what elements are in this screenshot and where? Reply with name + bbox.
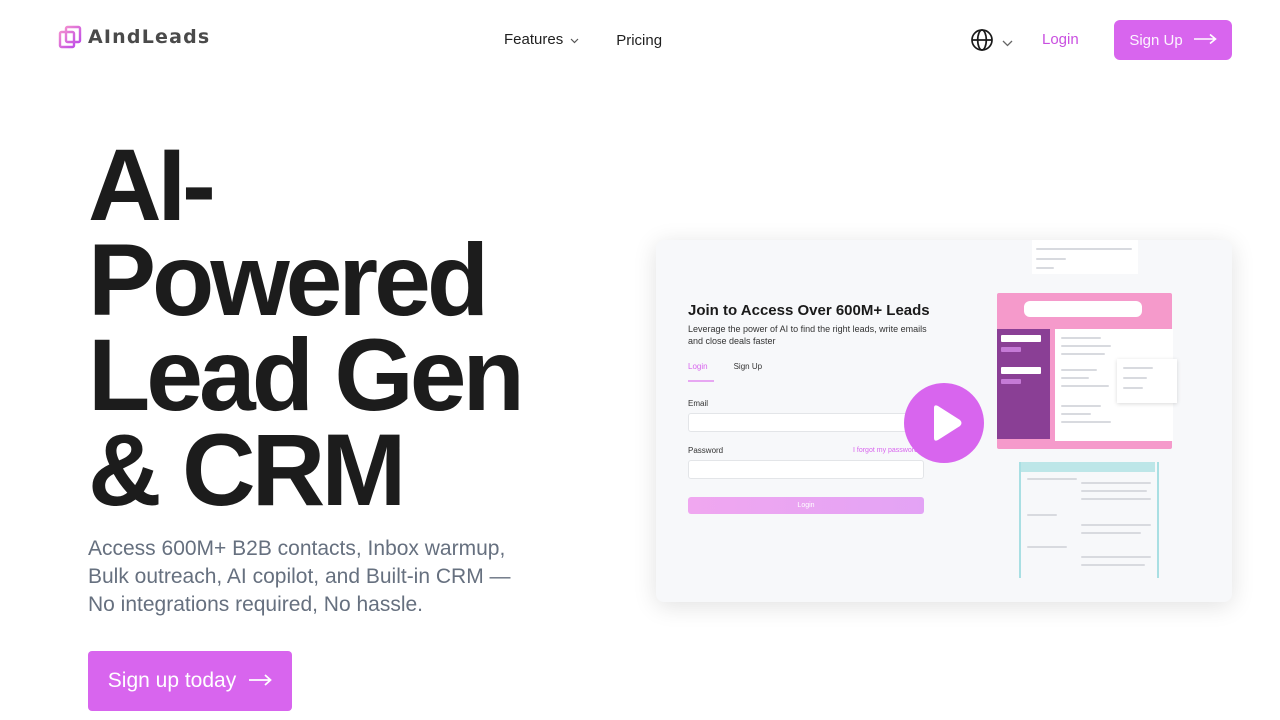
hero-subtitle: Access 600M+ B2B contacts, Inbox warmup,… (88, 537, 511, 616)
login-link[interactable]: Login (1042, 31, 1079, 48)
brand-name: AIndLeads (88, 26, 211, 48)
nav-pricing[interactable]: Pricing (616, 32, 662, 49)
chevron-down-icon (570, 31, 579, 48)
preview-tab-login: Login (688, 362, 714, 382)
sign-up-button[interactable]: Sign Up (1114, 20, 1232, 60)
brand-logo[interactable]: AIndLeads (58, 25, 210, 49)
preview-tab-signup: Sign Up (733, 362, 763, 371)
language-selector[interactable] (970, 28, 1013, 57)
sign-up-today-button[interactable]: Sign up today (88, 651, 292, 711)
preview-login-button: Login (688, 497, 924, 514)
cta-label: Sign up today (107, 669, 237, 692)
preview-description: Leverage the power of AI to find the rig… (688, 324, 927, 346)
preview-email-label: Email (688, 399, 709, 408)
arrow-right-icon (248, 669, 273, 693)
preview-heading: Join to Access Over 600M+ Leads (688, 302, 930, 319)
arrow-right-icon (1193, 32, 1217, 49)
nav-features-label: Features (504, 31, 564, 48)
preview-email-editor (1019, 462, 1159, 578)
preview-email-field (688, 413, 924, 432)
nav-features[interactable]: Features (504, 31, 579, 48)
preview-password-field (688, 460, 924, 479)
preview-top-note (1032, 240, 1138, 274)
globe-icon (970, 28, 994, 57)
preview-filter-sidebar (997, 329, 1050, 439)
chevron-down-icon (1002, 34, 1013, 52)
sign-up-label: Sign Up (1129, 31, 1183, 49)
preview-popover (1117, 359, 1177, 403)
preview-app-screenshot (997, 293, 1177, 449)
play-button[interactable] (904, 383, 984, 463)
site-header: AIndLeads Features Pricing Login Sign Up (0, 0, 1280, 80)
preview-password-label: Password (688, 446, 724, 455)
logo-icon (58, 25, 82, 49)
preview-search-bar (1024, 301, 1142, 317)
play-icon (904, 405, 984, 467)
preview-tabs: Login Sign Up (688, 362, 762, 382)
main-nav: Features Pricing (504, 30, 662, 49)
hero-title: AI-Powered Lead Gen & CRM (88, 128, 525, 527)
